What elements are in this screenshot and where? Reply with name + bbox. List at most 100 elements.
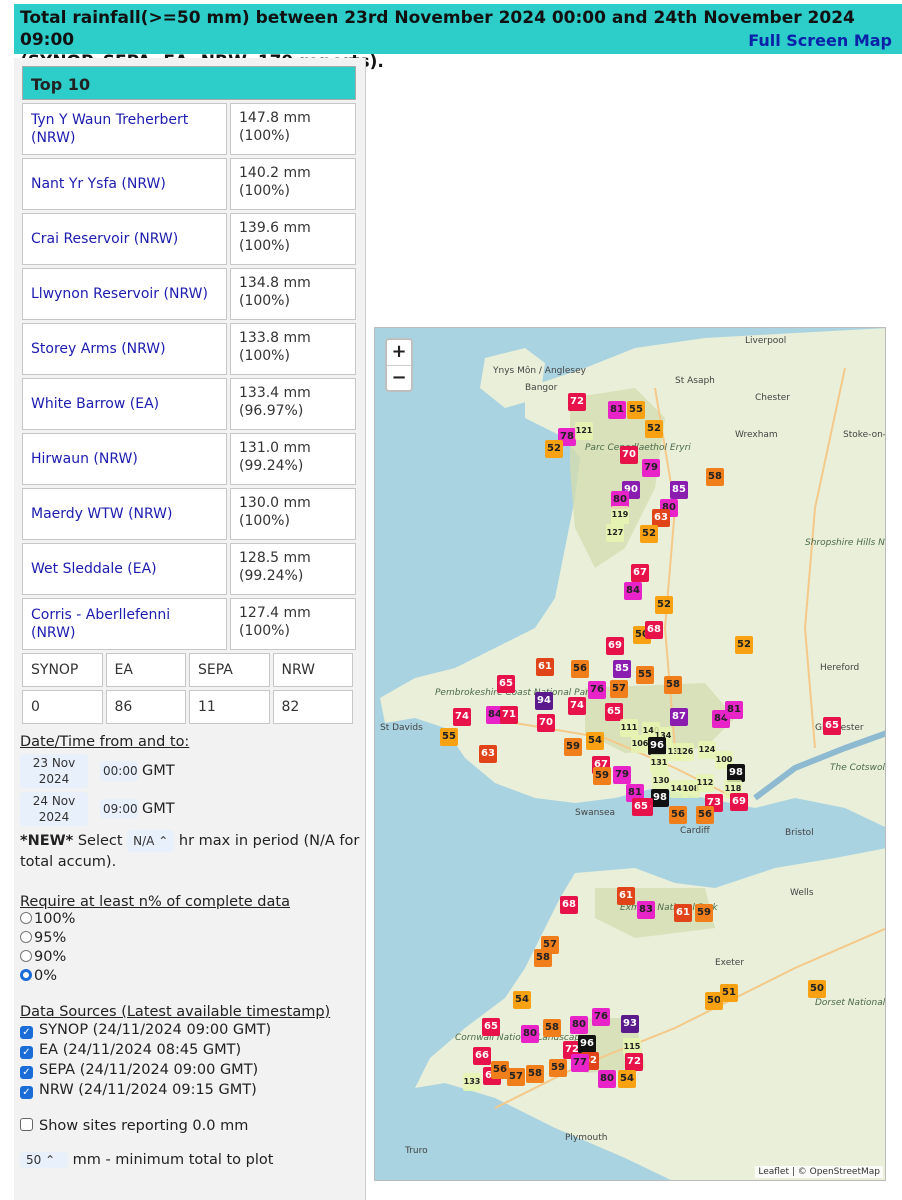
rainfall-marker[interactable]: 93 <box>621 1015 639 1033</box>
rainfall-marker[interactable]: 127 <box>606 524 624 542</box>
station-link[interactable]: Llwynon Reservoir (NRW) <box>22 268 227 320</box>
station-link[interactable]: Wet Sleddale (EA) <box>22 543 227 595</box>
station-link[interactable]: Storey Arms (NRW) <box>22 323 227 375</box>
option-100[interactable]: 100% <box>20 910 360 929</box>
option-95[interactable]: 95% <box>20 929 360 948</box>
rainfall-marker[interactable]: 112 <box>696 774 714 792</box>
rainfall-marker[interactable]: 71 <box>500 706 518 724</box>
rainfall-marker[interactable]: 55 <box>636 666 654 684</box>
rainfall-marker[interactable]: 94 <box>535 692 553 710</box>
rainfall-marker[interactable]: 126 <box>676 743 694 761</box>
rainfall-marker[interactable]: 61 <box>674 904 692 922</box>
rainfall-marker[interactable]: 70 <box>537 714 555 732</box>
rainfall-marker[interactable]: 133 <box>463 1073 481 1091</box>
rainfall-map[interactable]: Liverpool Ynys Môn / Anglesey Bangor St Asa… <box>374 327 886 1181</box>
rainfall-marker[interactable]: 76 <box>592 1008 610 1026</box>
zoom-out-button[interactable]: − <box>387 365 411 390</box>
rainfall-marker[interactable]: 56 <box>571 660 589 678</box>
rainfall-marker[interactable]: 130 <box>652 772 670 790</box>
rainfall-marker[interactable]: 59 <box>564 738 582 756</box>
rainfall-marker[interactable]: 65 <box>823 717 841 735</box>
rainfall-marker[interactable]: 131 <box>650 754 668 772</box>
to-time-input[interactable]: 09:00 <box>100 799 138 819</box>
rainfall-marker[interactable]: 119 <box>611 506 629 524</box>
station-link[interactable]: Nant Yr Ysfa (NRW) <box>22 158 227 210</box>
checkbox-unchecked-icon[interactable] <box>20 1118 33 1131</box>
min-total-select[interactable]: 50 ⌃ <box>20 1152 68 1168</box>
checkbox-checked-icon[interactable]: ✓ <box>20 1086 33 1099</box>
rainfall-marker[interactable]: 52 <box>655 596 673 614</box>
rainfall-marker[interactable]: 121 <box>575 422 593 440</box>
rainfall-marker[interactable]: 76 <box>588 681 606 699</box>
checkbox-checked-icon[interactable]: ✓ <box>20 1066 33 1079</box>
rainfall-marker[interactable]: 79 <box>642 459 660 477</box>
rainfall-marker[interactable]: 57 <box>507 1068 525 1086</box>
rainfall-marker[interactable]: 63 <box>479 745 497 763</box>
rainfall-marker[interactable]: 54 <box>618 1070 636 1088</box>
rainfall-marker[interactable]: 96 <box>578 1035 596 1053</box>
rainfall-marker[interactable]: 55 <box>627 401 645 419</box>
rainfall-marker[interactable]: 83 <box>637 901 655 919</box>
rainfall-marker[interactable]: 87 <box>670 708 688 726</box>
station-link[interactable]: White Barrow (EA) <box>22 378 227 430</box>
rainfall-marker[interactable]: 80 <box>598 1070 616 1088</box>
rainfall-marker[interactable]: 79 <box>613 766 631 784</box>
rainfall-marker[interactable]: 80 <box>521 1025 539 1043</box>
radio-icon[interactable] <box>20 931 32 943</box>
rainfall-marker[interactable]: 54 <box>586 732 604 750</box>
rainfall-marker[interactable]: 52 <box>645 420 663 438</box>
rainfall-marker[interactable]: 50 <box>808 980 826 998</box>
station-link[interactable]: Corris - Aberllefenni (NRW) <box>22 598 227 650</box>
from-time-input[interactable]: 00:00 <box>100 761 138 781</box>
rainfall-marker[interactable]: 58 <box>526 1065 544 1083</box>
rainfall-marker[interactable]: 74 <box>453 708 471 726</box>
rainfall-marker[interactable]: 72 <box>625 1053 643 1071</box>
rainfall-marker[interactable]: 59 <box>549 1059 567 1077</box>
rainfall-marker[interactable]: 58 <box>543 1019 561 1037</box>
rainfall-marker[interactable]: 80 <box>570 1016 588 1034</box>
to-date-input[interactable]: 24 Nov 2024 <box>20 792 88 826</box>
hr-max-select[interactable]: N/A ⌃ <box>127 830 175 852</box>
station-link[interactable]: Maerdy WTW (NRW) <box>22 488 227 540</box>
rainfall-marker[interactable]: 77 <box>571 1054 589 1072</box>
map-attribution[interactable]: Leaflet | © OpenStreetMap <box>755 1166 883 1178</box>
zoom-in-button[interactable]: + <box>387 340 411 365</box>
rainfall-marker[interactable]: 61 <box>617 887 635 905</box>
checkbox-checked-icon[interactable]: ✓ <box>20 1026 33 1039</box>
station-link[interactable]: Tyn Y Waun Treherbert (NRW) <box>22 103 227 155</box>
radio-icon[interactable] <box>20 950 32 962</box>
rainfall-marker[interactable]: 124 <box>698 741 716 759</box>
rainfall-marker[interactable]: 81 <box>725 701 743 719</box>
rainfall-marker[interactable]: 68 <box>560 896 578 914</box>
checkbox-checked-icon[interactable]: ✓ <box>20 1046 33 1059</box>
rainfall-marker[interactable]: 58 <box>534 949 552 967</box>
rainfall-marker[interactable]: 51 <box>720 984 738 1002</box>
rainfall-marker[interactable]: 54 <box>513 991 531 1009</box>
ds-nrw[interactable]: ✓ NRW (24/11/2024 09:15 GMT) <box>20 1080 360 1100</box>
station-link[interactable]: Hirwaun (NRW) <box>22 433 227 485</box>
rainfall-marker[interactable]: 52 <box>735 636 753 654</box>
radio-selected-icon[interactable] <box>20 969 32 981</box>
rainfall-marker[interactable]: 70 <box>620 446 638 464</box>
rainfall-marker[interactable]: 96 <box>648 737 666 755</box>
rainfall-marker[interactable]: 52 <box>640 525 658 543</box>
rainfall-marker[interactable]: 59 <box>593 767 611 785</box>
rainfall-marker[interactable]: 68 <box>645 621 663 639</box>
radio-icon[interactable] <box>20 912 32 924</box>
option-0[interactable]: 0% <box>20 967 360 986</box>
rainfall-marker[interactable]: 72 <box>568 393 586 411</box>
rainfall-marker[interactable]: 98 <box>651 789 669 807</box>
full-screen-map-link[interactable]: Full Screen Map <box>748 30 892 52</box>
show-zero-row[interactable]: Show sites reporting 0.0 mm <box>20 1118 360 1134</box>
rainfall-marker[interactable]: 65 <box>482 1018 500 1036</box>
rainfall-marker[interactable]: 55 <box>440 728 458 746</box>
rainfall-marker[interactable]: 85 <box>670 481 688 499</box>
rainfall-marker[interactable]: 57 <box>610 680 628 698</box>
rainfall-marker[interactable]: 81 <box>608 401 626 419</box>
rainfall-marker[interactable]: 58 <box>706 468 724 486</box>
rainfall-marker[interactable]: 69 <box>606 637 624 655</box>
rainfall-marker[interactable]: 59 <box>695 904 713 922</box>
rainfall-marker[interactable]: 74 <box>568 697 586 715</box>
station-link[interactable]: Crai Reservoir (NRW) <box>22 213 227 265</box>
rainfall-marker[interactable]: 61 <box>536 658 554 676</box>
